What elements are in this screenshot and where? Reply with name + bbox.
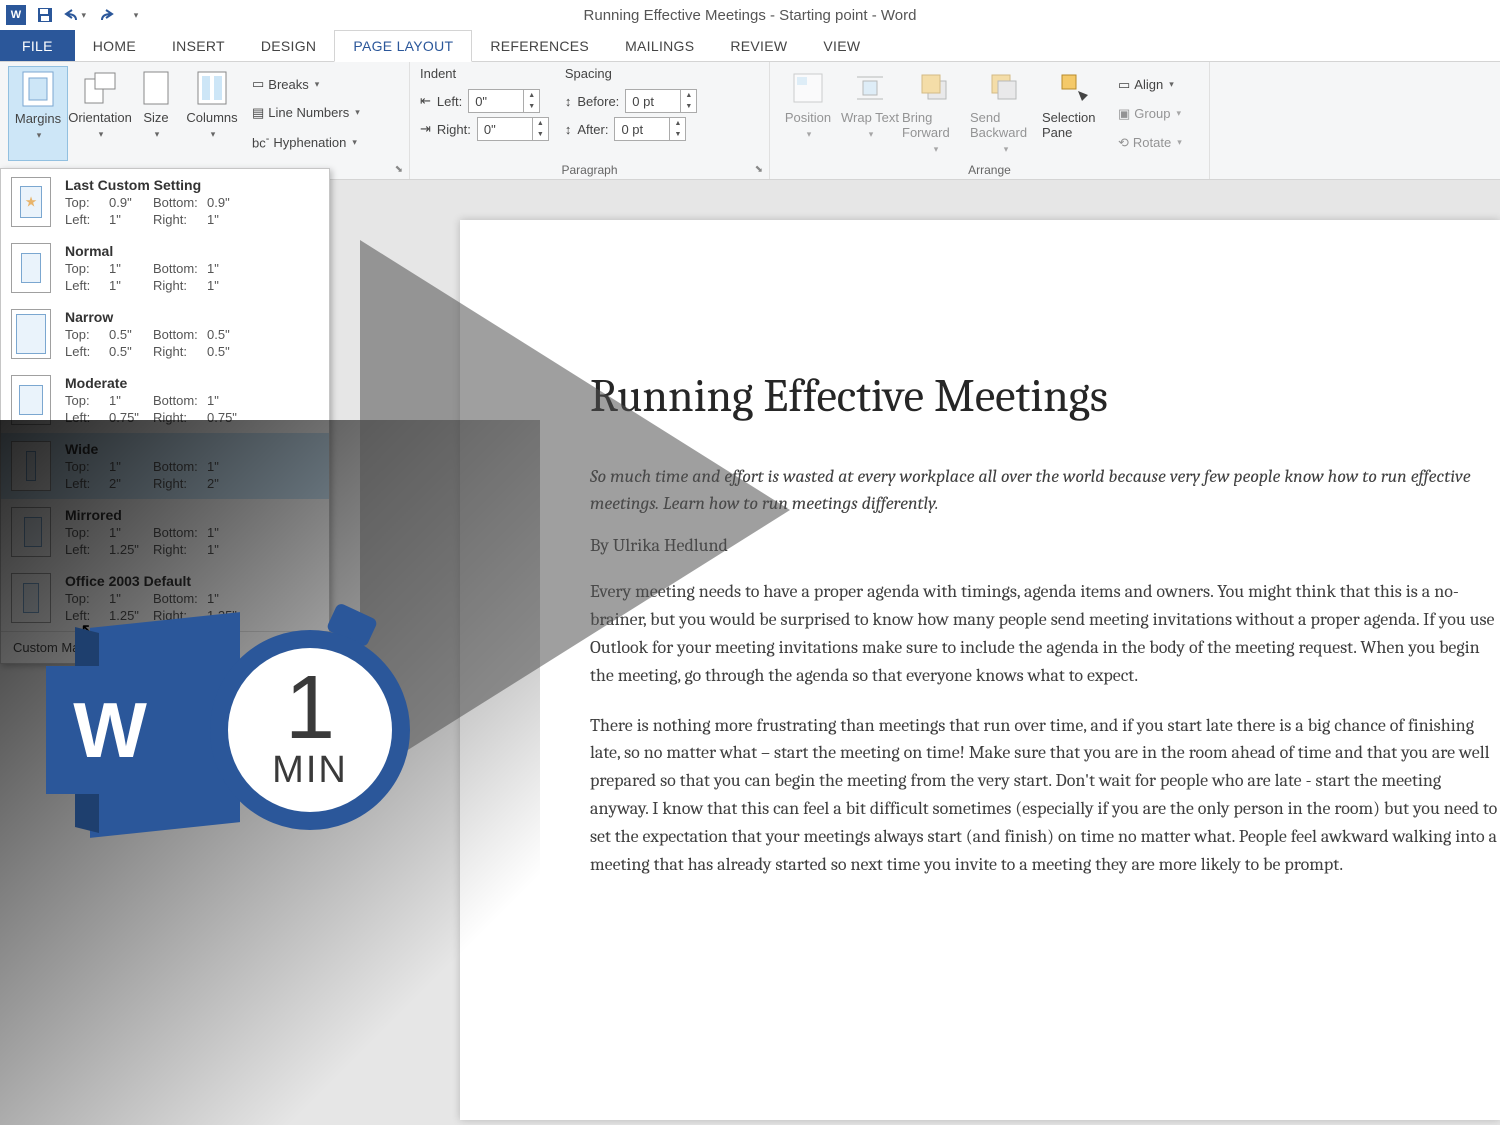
columns-icon xyxy=(194,70,230,106)
redo-button[interactable] xyxy=(94,4,116,26)
spacing-before-icon: ↕ xyxy=(565,94,572,109)
margin-option-wide[interactable]: WideTop:1"Bottom:1"Left:2"Right:2" xyxy=(1,433,329,499)
wrap-text-icon xyxy=(852,70,888,106)
save-icon[interactable] xyxy=(34,4,56,26)
wrap-text-button[interactable]: Wrap Text▾ xyxy=(840,66,900,161)
bring-forward-icon xyxy=(917,70,953,106)
tab-review[interactable]: REVIEW xyxy=(712,30,805,61)
group-label-paragraph: Paragraph xyxy=(420,161,759,177)
indent-left-input[interactable]: 0"▲▼ xyxy=(468,89,540,113)
ribbon: Margins▾ Orientation▾ Size▾ Columns▾ ▭Br… xyxy=(0,62,1500,180)
margin-option-last-custom-setting[interactable]: ★Last Custom SettingTop:0.9"Bottom:0.9"L… xyxy=(1,169,329,235)
tab-mailings[interactable]: MAILINGS xyxy=(607,30,712,61)
spacing-after-input[interactable]: 0 pt▲▼ xyxy=(614,117,686,141)
indent-label: Indent xyxy=(420,66,549,81)
undo-button[interactable]: ▾ xyxy=(64,4,86,26)
size-button[interactable]: Size▾ xyxy=(132,66,180,161)
align-icon: ▭ xyxy=(1118,77,1130,93)
selection-pane-button[interactable]: Selection Pane xyxy=(1042,66,1108,161)
margin-option-normal[interactable]: NormalTop:1"Bottom:1"Left:1"Right:1" xyxy=(1,235,329,301)
group-label-arrange: Arrange xyxy=(778,161,1201,177)
rotate-button[interactable]: ⟲Rotate▾ xyxy=(1114,133,1186,153)
hyphenation-button[interactable]: bc-Hyphenation▾ xyxy=(248,131,364,152)
indent-right-icon: ⇥ xyxy=(420,121,431,137)
tab-home[interactable]: HOME xyxy=(75,30,154,61)
tab-design[interactable]: DESIGN xyxy=(243,30,334,61)
breaks-icon: ▭ xyxy=(252,76,264,92)
margins-icon xyxy=(20,71,56,107)
stopwatch-icon: 1 MIN xyxy=(210,620,420,830)
word-app-icon: W xyxy=(6,5,26,25)
indent-left-icon: ⇤ xyxy=(420,93,431,109)
before-label: Before: xyxy=(577,94,619,109)
line-numbers-icon: ▤ xyxy=(252,105,264,121)
tab-file[interactable]: FILE xyxy=(0,30,75,61)
video-badge: W 1 MIN xyxy=(40,610,420,840)
send-backward-button[interactable]: Send Backward▾ xyxy=(970,66,1040,161)
orientation-icon xyxy=(82,70,118,106)
tab-page-layout[interactable]: PAGE LAYOUT xyxy=(334,30,472,62)
position-button[interactable]: Position▾ xyxy=(778,66,838,161)
group-icon: ▣ xyxy=(1118,106,1130,122)
paragraph-launcher[interactable]: ⬊ xyxy=(755,164,763,175)
doc-byline: By Ulrika Hedlund xyxy=(590,535,1500,556)
size-icon xyxy=(138,70,174,106)
tab-references[interactable]: REFERENCES xyxy=(472,30,607,61)
ribbon-tabs: FILE HOME INSERT DESIGN PAGE LAYOUT REFE… xyxy=(0,30,1500,62)
bring-forward-button[interactable]: Bring Forward▾ xyxy=(902,66,968,161)
tab-view[interactable]: VIEW xyxy=(805,30,878,61)
page[interactable]: Running Effective Meetings So much time … xyxy=(460,220,1500,1120)
qat-customize[interactable]: ▾ xyxy=(124,4,146,26)
hyphenation-icon: bc- xyxy=(252,133,269,150)
align-button[interactable]: ▭Align▾ xyxy=(1114,75,1186,95)
spacing-label: Spacing xyxy=(565,66,697,81)
after-label: After: xyxy=(577,122,608,137)
selection-pane-icon xyxy=(1057,70,1093,106)
group-button[interactable]: ▣Group▾ xyxy=(1114,104,1186,124)
pagesetup-launcher[interactable]: ⬊ xyxy=(395,164,403,175)
position-icon xyxy=(790,70,826,106)
line-numbers-button[interactable]: ▤Line Numbers▾ xyxy=(248,103,364,123)
margin-option-moderate[interactable]: ModerateTop:1"Bottom:1"Left:0.75"Right:0… xyxy=(1,367,329,433)
breaks-button[interactable]: ▭Breaks▾ xyxy=(248,74,364,94)
send-backward-icon xyxy=(987,70,1023,106)
indent-right-input[interactable]: 0"▲▼ xyxy=(477,117,549,141)
doc-heading: Running Effective Meetings xyxy=(590,370,1500,423)
doc-paragraph-1: Every meeting needs to have a proper age… xyxy=(590,578,1500,690)
document-title: Running Effective Meetings - Starting po… xyxy=(584,7,917,24)
tab-insert[interactable]: INSERT xyxy=(154,30,243,61)
margins-button[interactable]: Margins▾ xyxy=(8,66,68,161)
margin-option-narrow[interactable]: NarrowTop:0.5"Bottom:0.5"Left:0.5"Right:… xyxy=(1,301,329,367)
margins-dropdown[interactable]: ★Last Custom SettingTop:0.9"Bottom:0.9"L… xyxy=(0,168,330,664)
margin-option-mirrored[interactable]: MirroredTop:1"Bottom:1"Left:1.25"Right:1… xyxy=(1,499,329,565)
left-label: Left: xyxy=(437,94,462,109)
columns-button[interactable]: Columns▾ xyxy=(182,66,242,161)
orientation-button[interactable]: Orientation▾ xyxy=(70,66,130,161)
spacing-after-icon: ↕ xyxy=(565,122,572,137)
spacing-before-input[interactable]: 0 pt▲▼ xyxy=(625,89,697,113)
right-label: Right: xyxy=(437,122,471,137)
rotate-icon: ⟲ xyxy=(1118,135,1129,151)
titlebar: W ▾ ▾ Running Effective Meetings - Start… xyxy=(0,0,1500,30)
doc-paragraph-2: There is nothing more frustrating than m… xyxy=(590,712,1500,879)
doc-intro: So much time and effort is wasted at eve… xyxy=(590,463,1500,517)
